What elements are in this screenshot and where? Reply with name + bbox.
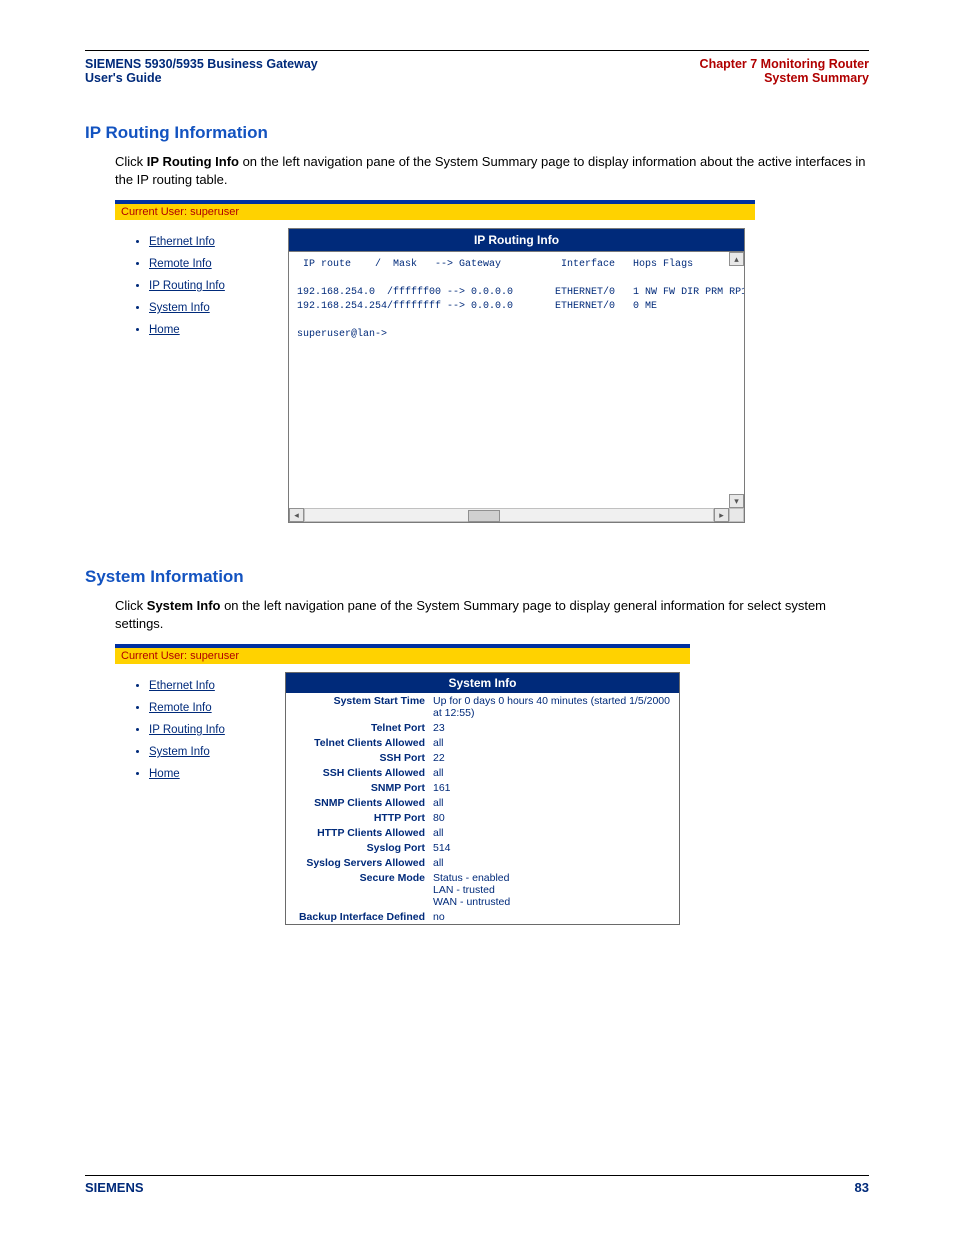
table-row: SNMP Port161 [286,780,679,795]
row-value: all [429,795,679,810]
sidebar-item-home[interactable]: Home [149,324,180,336]
para1-pre: Click [115,154,147,169]
row-key: Telnet Port [286,720,429,735]
sidebar2-item-home[interactable]: Home [149,768,180,780]
scroll-left-icon[interactable]: ◂ [289,508,304,522]
row-key: HTTP Clients Allowed [286,825,429,840]
table-row: Secure ModeStatus - enabled LAN - truste… [286,870,679,909]
header-left-line2: User's Guide [85,71,318,85]
row-value: all [429,735,679,750]
table-row: Telnet Port23 [286,720,679,735]
section1-para: Click IP Routing Info on the left naviga… [85,153,869,188]
row-value: no [429,909,679,924]
table-row: SNMP Clients Allowedall [286,795,679,810]
row-key: SSH Port [286,750,429,765]
para2-pre: Click [115,598,147,613]
figure-ip-routing: Current User: superuser Ethernet Info Re… [115,200,869,533]
row-key: SNMP Clients Allowed [286,795,429,810]
sidebar-2: Ethernet Info Remote Info IP Routing Inf… [115,664,285,935]
header-left-line1: SIEMENS 5930/5935 Business Gateway [85,57,318,71]
table-row: Syslog Port514 [286,840,679,855]
para2-bold: System Info [147,598,221,613]
footer-brand: SIEMENS [85,1180,144,1195]
table-row: Syslog Servers Allowedall [286,855,679,870]
sidebar2-item-ip-routing-info[interactable]: IP Routing Info [149,724,225,736]
row-value: 23 [429,720,679,735]
header-right-line1: Chapter 7 Monitoring Router [700,57,869,71]
header-right-line2: System Summary [700,71,869,85]
row-key: HTTP Port [286,810,429,825]
table-row: HTTP Clients Allowedall [286,825,679,840]
table-row: Backup Interface Definedno [286,909,679,924]
row-value: 22 [429,750,679,765]
sidebar2-item-ethernet-info[interactable]: Ethernet Info [149,680,215,692]
row-key: Backup Interface Defined [286,909,429,924]
sidebar-item-ip-routing-info[interactable]: IP Routing Info [149,280,225,292]
row-value: all [429,855,679,870]
row-value: all [429,765,679,780]
sidebar-item-system-info[interactable]: System Info [149,302,210,314]
sidebar: Ethernet Info Remote Info IP Routing Inf… [115,220,288,533]
table-row: System Start TimeUp for 0 days 0 hours 4… [286,693,679,720]
scroll-h-thumb[interactable] [468,510,500,522]
sidebar2-item-remote-info[interactable]: Remote Info [149,702,212,714]
table-row: HTTP Port80 [286,810,679,825]
scroll-down-icon[interactable]: ▾ [729,494,744,508]
sidebar-item-ethernet-info[interactable]: Ethernet Info [149,236,215,248]
user-bar-2: Current User: superuser [115,648,690,664]
row-value: Up for 0 days 0 hours 40 minutes (starte… [429,693,679,720]
scroll-h-track[interactable] [304,508,714,522]
row-value: 161 [429,780,679,795]
row-value: 514 [429,840,679,855]
para2-post: on the left navigation pane of the Syste… [115,598,826,631]
scroll-corner [729,508,744,522]
page-footer: SIEMENS 83 [85,1175,869,1195]
panel-title-system-info: System Info [286,673,679,693]
section2-para: Click System Info on the left navigation… [85,597,869,632]
row-key: Syslog Port [286,840,429,855]
row-key: System Start Time [286,693,429,720]
page-header: SIEMENS 5930/5935 Business Gateway User'… [85,51,869,89]
routing-output-text: IP route / Mask --> Gateway Interface Ho… [289,252,744,348]
sidebar2-item-system-info[interactable]: System Info [149,746,210,758]
table-row: SSH Clients Allowedall [286,765,679,780]
row-key: Secure Mode [286,870,429,909]
row-key: Syslog Servers Allowed [286,855,429,870]
row-value: all [429,825,679,840]
scroll-right-icon[interactable]: ▸ [714,508,729,522]
table-row: Telnet Clients Allowedall [286,735,679,750]
row-key: Telnet Clients Allowed [286,735,429,750]
section-heading-system-info: System Information [85,567,869,587]
user-bar: Current User: superuser [115,204,755,220]
footer-page-number: 83 [855,1180,869,1195]
figure-system-info: Current User: superuser Ethernet Info Re… [115,644,869,935]
panel-title-ip-routing: IP Routing Info [288,228,745,251]
row-key: SSH Clients Allowed [286,765,429,780]
section-heading-ip-routing: IP Routing Information [85,123,869,143]
sidebar-item-remote-info[interactable]: Remote Info [149,258,212,270]
scroll-up-icon[interactable]: ▴ [729,252,744,266]
row-key: SNMP Port [286,780,429,795]
routing-output-box: IP route / Mask --> Gateway Interface Ho… [288,251,745,523]
row-value: 80 [429,810,679,825]
row-value: Status - enabled LAN - trusted WAN - unt… [429,870,679,909]
para1-bold: IP Routing Info [147,154,239,169]
table-row: SSH Port22 [286,750,679,765]
system-info-table: System Info System Start TimeUp for 0 da… [285,672,680,925]
